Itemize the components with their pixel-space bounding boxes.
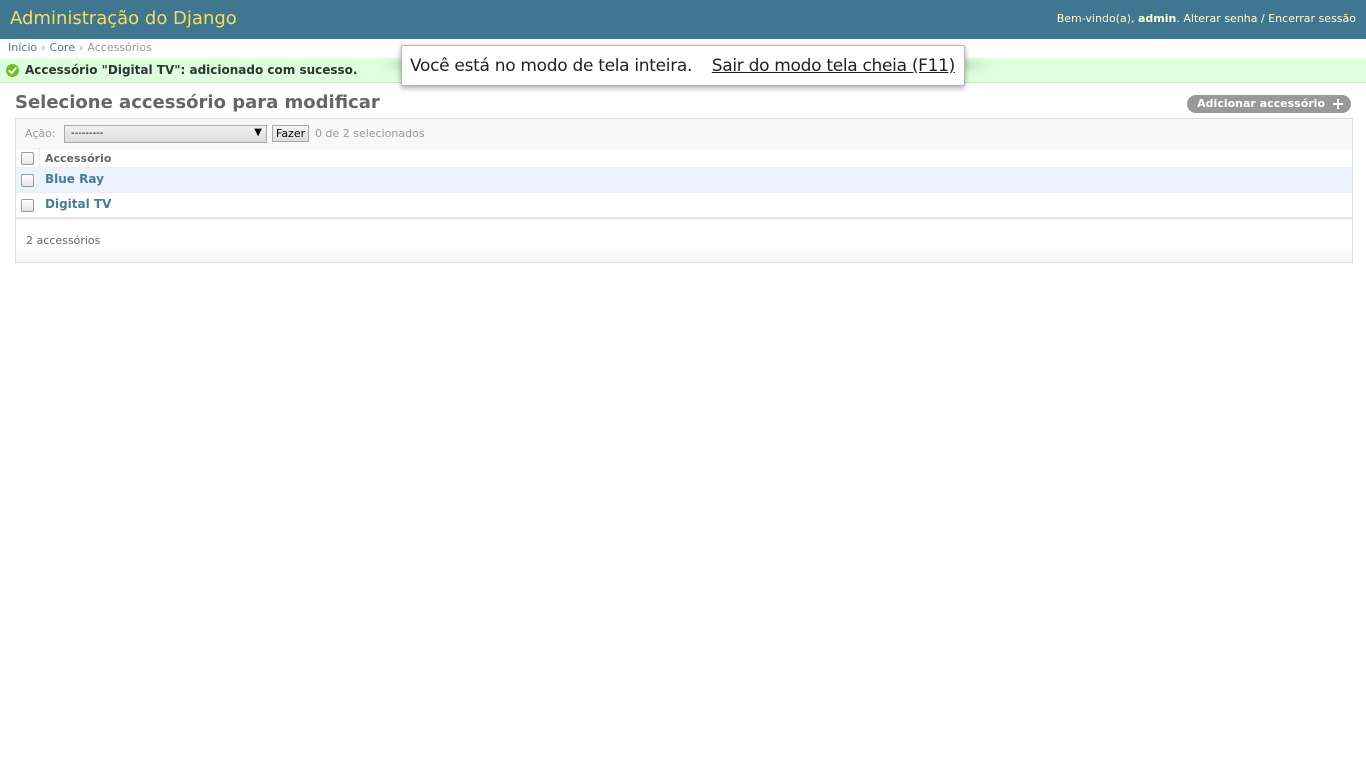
select-all-checkbox[interactable]: [21, 152, 34, 165]
breadcrumb-current: Accessórios: [87, 41, 152, 54]
plus-icon: [1333, 99, 1343, 109]
row-checkbox[interactable]: [21, 199, 34, 212]
header: Administração do Django Bem-vindo(a), ad…: [0, 0, 1366, 39]
success-message-text: Accessório "Digital TV": adicionado com …: [25, 63, 358, 77]
page-title: Selecione accessório para modificar: [15, 92, 380, 113]
fullscreen-notice: Você está no modo de tela inteira. Sair …: [401, 45, 965, 86]
changelist: Ação: --------- ▼ Fazer 0 de 2 seleciona…: [15, 118, 1353, 263]
breadcrumb-app[interactable]: Core: [50, 41, 75, 54]
branding-link[interactable]: Administração do Django: [10, 8, 237, 29]
user-tools: Bem-vindo(a), admin. Alterar senha / Enc…: [1056, 12, 1356, 25]
username: admin: [1138, 12, 1177, 25]
logout-link[interactable]: Encerrar sessão: [1268, 12, 1356, 25]
row-link[interactable]: Blue Ray: [45, 172, 104, 186]
add-accessory-button[interactable]: Adicionar accessório: [1187, 95, 1351, 113]
action-label: Ação:: [25, 127, 56, 140]
select-all-column: [16, 149, 40, 167]
check-circle-icon: [6, 64, 19, 77]
row-checkbox[interactable]: [21, 174, 34, 187]
welcome-text: Bem-vindo(a),: [1056, 12, 1138, 25]
action-select[interactable]: --------- ▼: [64, 125, 267, 143]
table-row: Blue Ray: [16, 168, 1352, 193]
fullscreen-notice-text: Você está no modo de tela inteira.: [410, 56, 693, 76]
table-row: Digital TV: [16, 193, 1352, 218]
action-selected-option: ---------: [71, 128, 104, 139]
action-counter: 0 de 2 selecionados: [315, 127, 425, 140]
site-branding[interactable]: Administração do Django: [10, 8, 237, 29]
breadcrumb-separator: ›: [78, 41, 84, 54]
user-tools-separator: /: [1257, 12, 1269, 25]
breadcrumb-home[interactable]: Início: [8, 41, 37, 54]
exit-fullscreen-link[interactable]: Sair do modo tela cheia (F11): [712, 56, 956, 76]
change-password-link[interactable]: Alterar senha: [1183, 12, 1257, 25]
breadcrumb-separator: ›: [41, 41, 46, 54]
add-button-label: Adicionar accessório: [1197, 97, 1325, 110]
table-header: Accessório: [16, 149, 1352, 168]
paginator: 2 accessórios: [16, 218, 1352, 262]
go-button[interactable]: Fazer: [272, 125, 310, 142]
row-link[interactable]: Digital TV: [45, 197, 111, 211]
dropdown-arrow-icon: ▼: [254, 127, 262, 138]
column-header-accessory[interactable]: Accessório: [45, 152, 111, 165]
result-table: Accessório Blue Ray Digital TV: [16, 149, 1352, 218]
actions-bar: Ação: --------- ▼ Fazer 0 de 2 seleciona…: [16, 119, 1352, 149]
result-count: 2 accessórios: [26, 234, 101, 247]
